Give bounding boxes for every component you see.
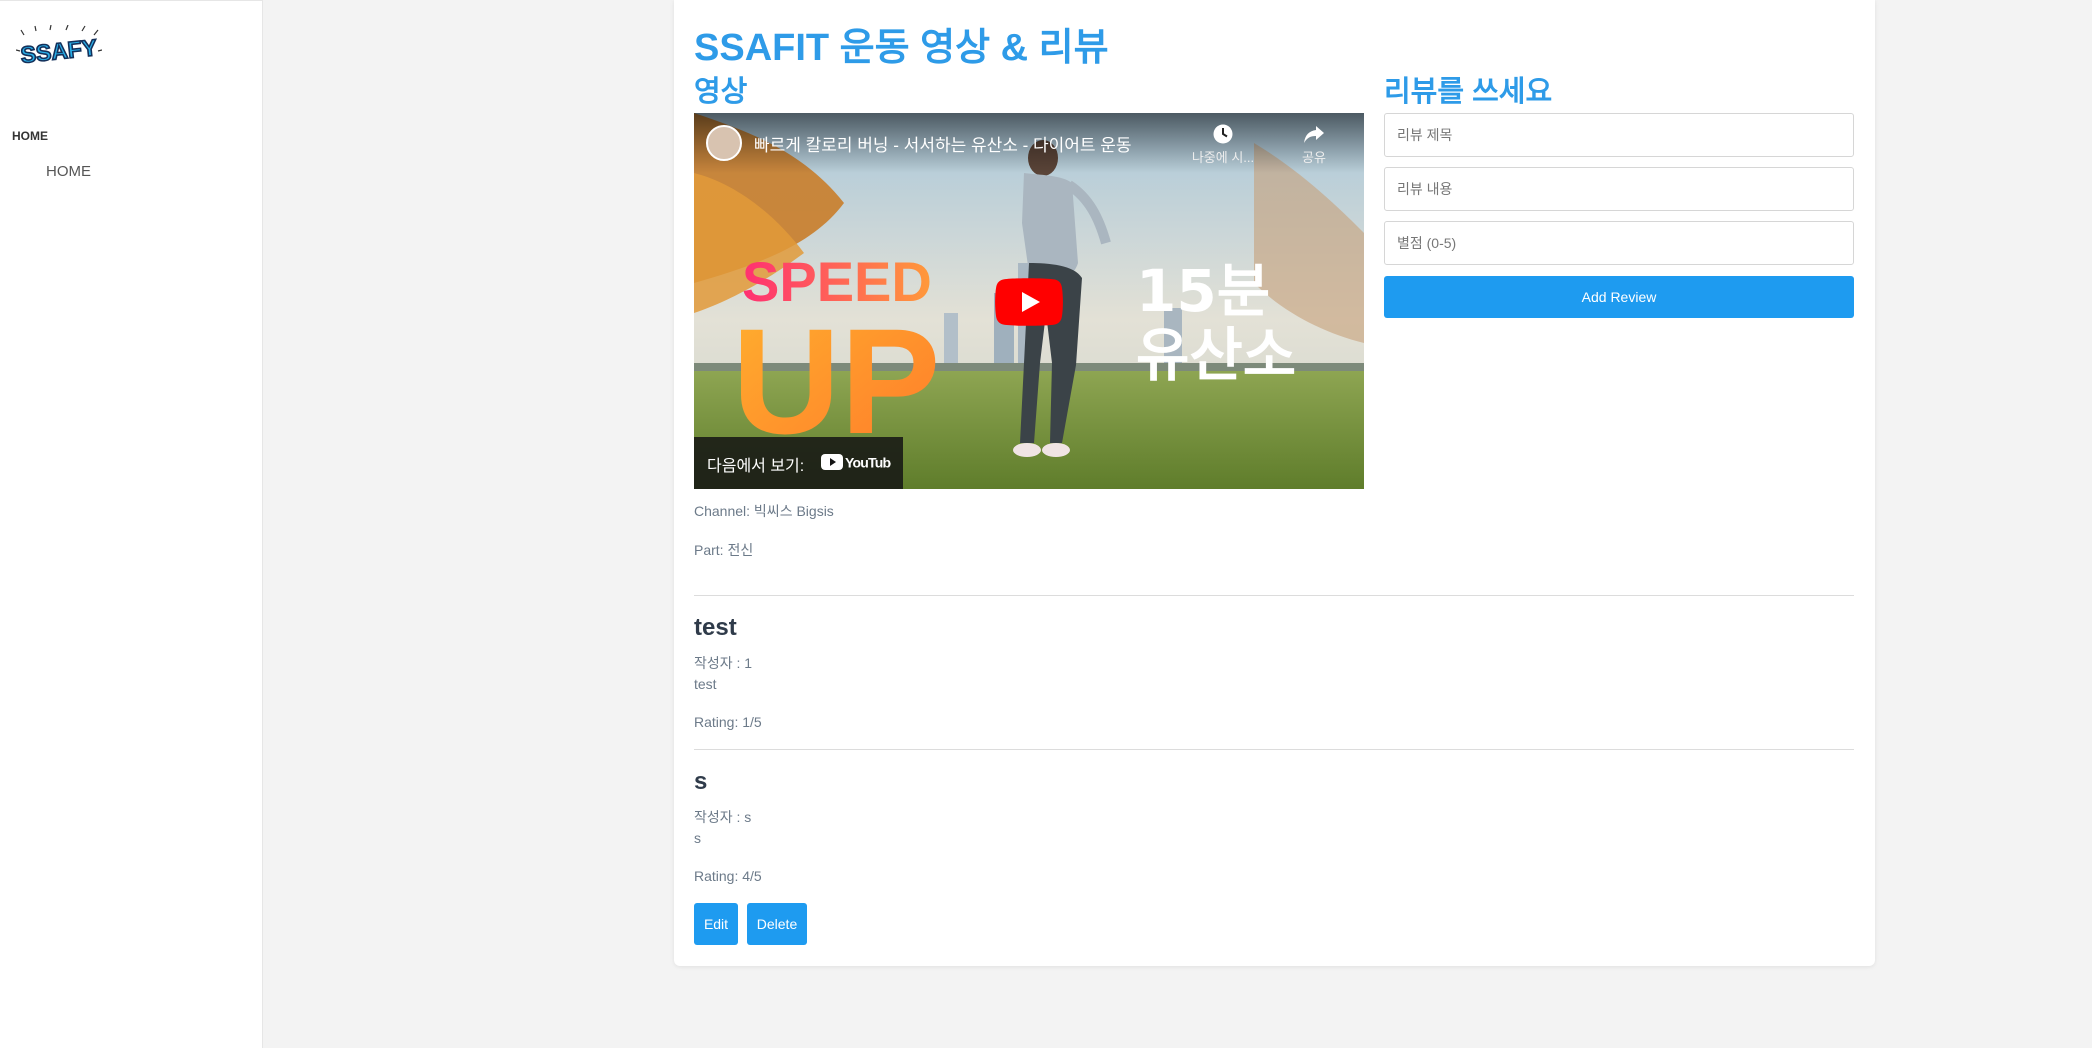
share-icon [1304,126,1324,143]
youtube-logo-text: YouTube [845,455,891,471]
edit-review-button[interactable]: Edit [694,903,738,945]
sidebar: SSAFY HOME HOME [0,0,263,1048]
add-review-button[interactable]: Add Review [1384,276,1854,318]
share-button[interactable]: 공유 [1294,123,1334,166]
review-content: test [694,676,717,692]
watch-later-button[interactable]: 나중에 시... [1188,123,1258,166]
video-header: 빠르게 칼로리 버닝 - 서서하는 유산소 - 다이어트 운동 나중에 시...… [694,113,1364,173]
sidebar-item-home[interactable]: HOME [46,163,91,180]
watch-later-label: 나중에 시... [1191,150,1255,165]
watch-on-label: 다음에서 보기: [707,458,805,475]
review-title-input[interactable] [1384,113,1854,157]
youtube-logo-icon: YouTube [821,454,891,471]
youtube-player[interactable]: SPEED UP 15분 유산소 빠르게 칼로리 버닝 - 서서하는 유산소 -… [694,113,1364,489]
content-card: SSAFIT 운동 영상 & 리뷰 영상 리뷰를 쓰세요 SPEED UP 15… [674,0,1875,966]
review-content: s [694,830,701,846]
thumb-text-cardio: 유산소 [1136,321,1296,389]
ssafy-logo[interactable]: SSAFY [15,24,103,71]
logo-text: SSAFY [19,34,98,68]
review-title: s [694,768,708,795]
channel-avatar[interactable] [706,125,742,161]
channel-info: Channel: 빅씨스 Bigsis [694,503,834,519]
sidebar-section-home: HOME [12,129,48,143]
page-title: SSAFIT 운동 영상 & 리뷰 [694,27,1109,69]
video-section-title: 영상 [694,76,748,108]
thumb-text-15min: 15분 [1136,257,1270,325]
divider [694,595,1854,596]
review-author: 작성자 : s [694,809,752,825]
play-button-icon[interactable] [995,278,1063,326]
review-form-title: 리뷰를 쓰세요 [1384,76,1553,108]
delete-review-button[interactable]: Delete [747,903,807,945]
review-content-input[interactable] [1384,167,1854,211]
share-label: 공유 [1302,150,1326,165]
review-author: 작성자 : 1 [694,655,753,671]
watch-on-youtube-button[interactable]: 다음에서 보기: YouTube [694,437,903,489]
review-rating: Rating: 1/5 [694,714,762,730]
review-rating-input[interactable] [1384,221,1854,265]
clock-icon [1213,124,1233,144]
divider [694,749,1854,750]
video-title[interactable]: 빠르게 칼로리 버닝 - 서서하는 유산소 - 다이어트 운동 [754,131,1132,156]
review-title: test [694,614,737,641]
review-rating: Rating: 4/5 [694,868,762,884]
part-info: Part: 전신 [694,542,754,558]
